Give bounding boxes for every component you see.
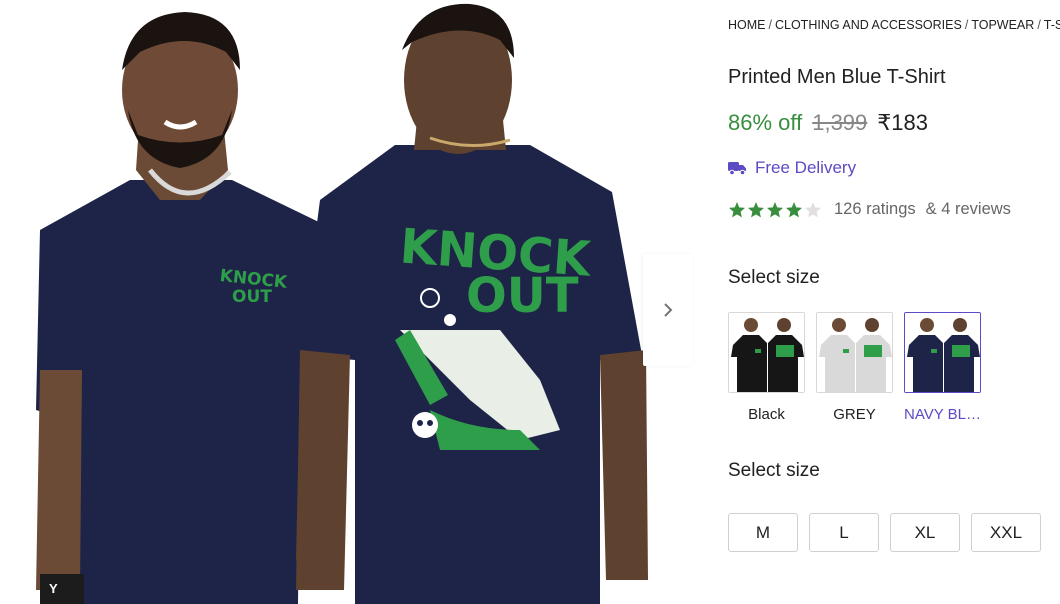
price-row: 86% off 1,399 ₹183 bbox=[728, 110, 928, 136]
rating-row[interactable]: 126 ratings & 4 reviews bbox=[728, 200, 1011, 219]
star-empty-icon bbox=[805, 201, 821, 217]
color-option-label: Black bbox=[748, 406, 785, 423]
delivery-info: Free Delivery bbox=[728, 158, 856, 178]
breadcrumb-item-home[interactable]: HOME bbox=[728, 18, 766, 32]
star-filled-icon bbox=[748, 201, 764, 217]
breadcrumb: HOME / CLOTHING AND ACCESSORIES / TOPWEAR / T-… bbox=[728, 18, 1060, 32]
color-option-label: GREY bbox=[833, 406, 876, 423]
color-swatch-image bbox=[816, 312, 893, 393]
color-option-black[interactable]: Black bbox=[728, 312, 805, 423]
size-option-l[interactable]: L bbox=[809, 513, 879, 552]
star-filled-icon bbox=[767, 201, 783, 217]
breadcrumb-item-clothing[interactable]: CLOTHING AND ACCESSORIES bbox=[775, 18, 962, 32]
reviews-count[interactable]: & 4 reviews bbox=[926, 200, 1011, 219]
color-swatch-image bbox=[904, 312, 981, 393]
delivery-label: Free Delivery bbox=[755, 158, 857, 177]
image-badge: Y bbox=[40, 574, 84, 604]
back-model: KNOCK OUT bbox=[296, 3, 648, 604]
rating-stars bbox=[728, 201, 822, 219]
chevron-right-icon bbox=[664, 303, 673, 317]
delivery-truck-icon bbox=[728, 161, 746, 175]
color-section-label: Select size bbox=[728, 267, 820, 288]
product-image[interactable]: KNOCK OUT KNOCK OUT bbox=[0, 0, 700, 604]
color-options: Black GREY NAVY BLUE bbox=[728, 312, 981, 423]
breadcrumb-separator: / bbox=[1037, 18, 1041, 32]
star-filled-icon bbox=[729, 201, 745, 217]
front-model: KNOCK OUT bbox=[36, 12, 340, 604]
product-info-panel: HOME / CLOTHING AND ACCESSORIES / TOPWEAR / T-… bbox=[728, 0, 1060, 604]
discount-label: 86% off bbox=[728, 110, 803, 135]
selling-price: ₹183 bbox=[877, 110, 928, 135]
size-option-xxl[interactable]: XXL bbox=[971, 513, 1041, 552]
size-option-xl[interactable]: XL bbox=[890, 513, 960, 552]
breadcrumb-item-tshirts[interactable]: T-SHIRTS bbox=[1044, 18, 1060, 32]
breadcrumb-separator: / bbox=[768, 18, 772, 32]
color-option-grey[interactable]: GREY bbox=[816, 312, 893, 423]
breadcrumb-separator: / bbox=[964, 18, 969, 32]
color-option-label: NAVY BLUE bbox=[904, 406, 981, 423]
color-option-navy-blue[interactable]: NAVY BLUE bbox=[904, 312, 981, 423]
next-image-button[interactable] bbox=[643, 254, 693, 366]
product-title: Printed Men Blue T-Shirt bbox=[728, 66, 946, 88]
color-swatch-image bbox=[728, 312, 805, 393]
front-print-line2: OUT bbox=[232, 287, 272, 307]
back-print-line2: OUT bbox=[466, 268, 579, 324]
size-options: M L XL XXL bbox=[728, 513, 1041, 552]
breadcrumb-item-topwear[interactable]: TOPWEAR bbox=[971, 18, 1034, 32]
product-gallery: KNOCK OUT KNOCK OUT Y bbox=[0, 0, 700, 604]
star-filled-icon bbox=[786, 201, 802, 217]
size-option-m[interactable]: M bbox=[728, 513, 798, 552]
size-section-label: Select size bbox=[728, 460, 820, 481]
ratings-count[interactable]: 126 ratings bbox=[834, 200, 916, 219]
original-price: 1,399 bbox=[812, 110, 868, 135]
